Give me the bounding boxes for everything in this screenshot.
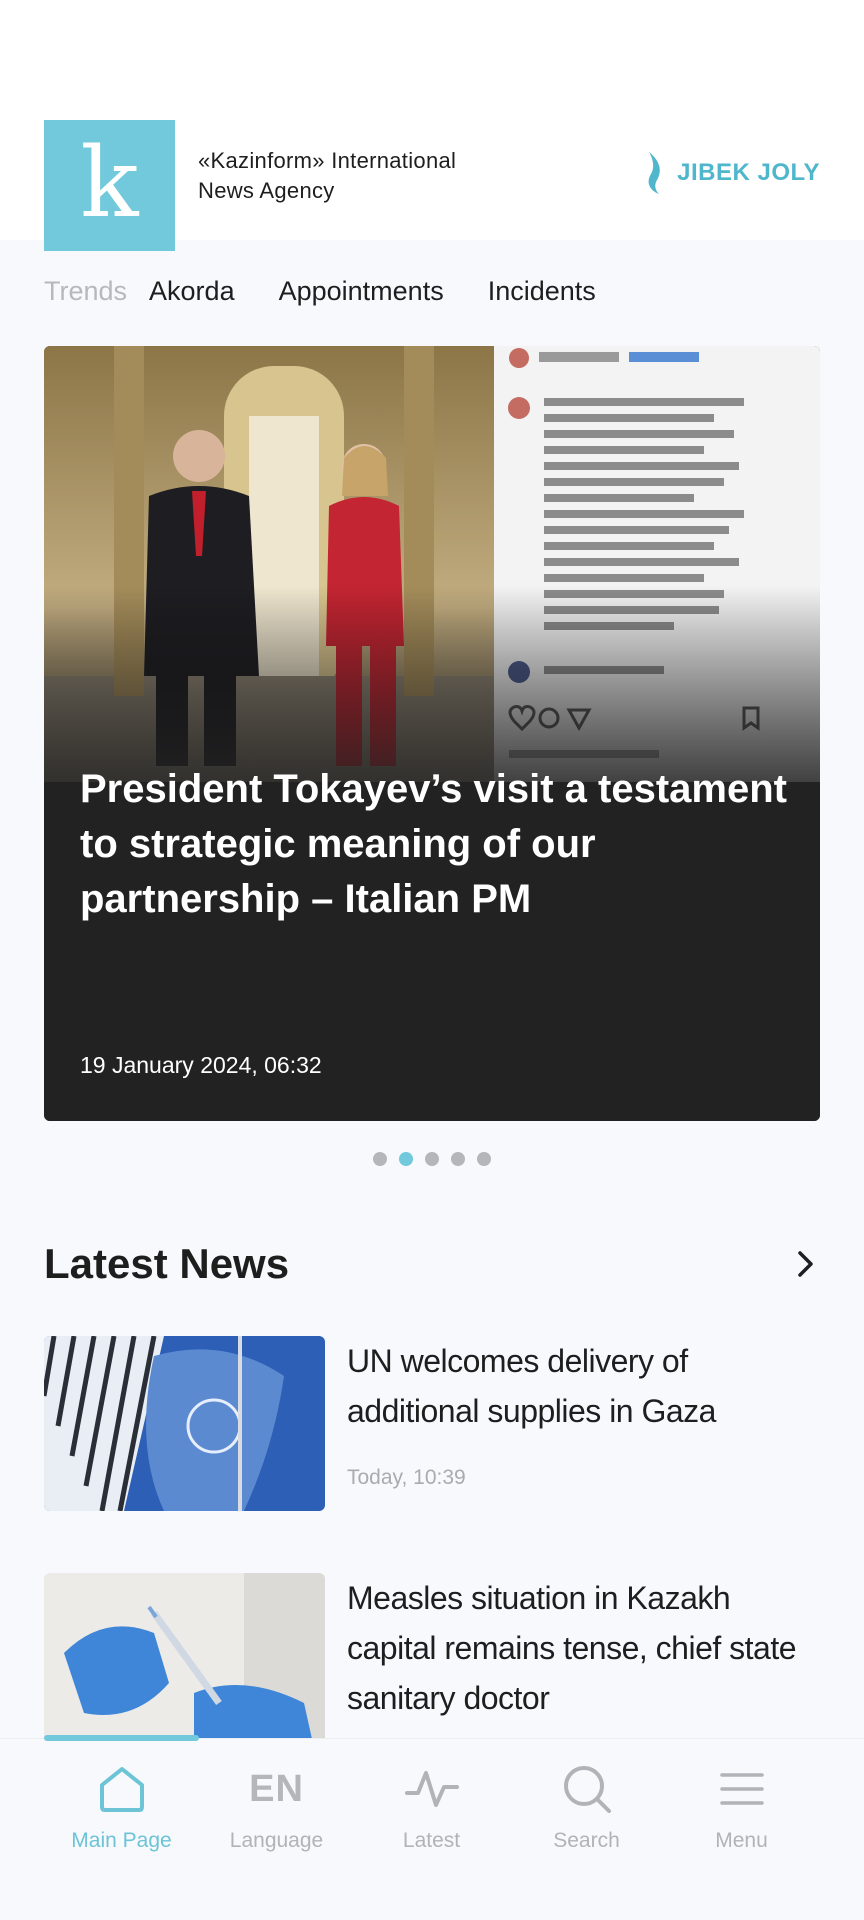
latest-news-title: Latest News — [44, 1240, 290, 1287]
news-title[interactable]: UN welcomes delivery of additional suppl… — [347, 1336, 827, 1436]
trends-label: Trends — [44, 276, 128, 306]
trend-appointments[interactable]: Appointments — [279, 276, 444, 307]
agency-name-line2: News Agency — [198, 178, 335, 203]
nav-label: Main Page — [71, 1829, 172, 1852]
active-tab-indicator — [44, 1735, 199, 1741]
chevron-right-icon[interactable] — [790, 1249, 820, 1279]
nav-language[interactable]: EN Language — [199, 1761, 354, 1853]
carousel-dot[interactable] — [477, 1152, 491, 1166]
news-thumbnail-vaccine[interactable] — [44, 1573, 325, 1743]
nav-label: Menu — [715, 1829, 768, 1852]
trend-incidents[interactable]: Incidents — [488, 276, 596, 307]
site-header: k «Kazinform» International News Agency … — [0, 0, 864, 251]
nav-label: Latest — [402, 1829, 461, 1852]
logo-letter: k — [80, 126, 139, 239]
partner-logo[interactable]: JIBEK JOLY — [643, 150, 820, 196]
language-en-icon: EN — [249, 1767, 304, 1810]
carousel-dot-active[interactable] — [399, 1152, 413, 1166]
partner-name: JIBEK JOLY — [677, 159, 820, 186]
jibek-joly-mark-icon — [648, 152, 660, 194]
pulse-icon — [404, 1771, 459, 1807]
trend-akorda[interactable]: Akorda — [149, 276, 235, 307]
un-flag-image — [44, 1336, 325, 1511]
home-icon — [99, 1767, 144, 1812]
news-item[interactable]: Measles situation in Kazakh capital rema… — [44, 1573, 820, 1743]
kazinform-logo[interactable]: k — [44, 120, 175, 251]
bottom-navigation: Main Page EN Language Latest Search Menu — [0, 1735, 864, 1920]
carousel-dot[interactable] — [451, 1152, 465, 1166]
news-title[interactable]: Measles situation in Kazakh capital rema… — [347, 1573, 827, 1723]
carousel-dots — [0, 1152, 864, 1166]
hero-image-illustration — [44, 346, 820, 782]
hero-title[interactable]: President Tokayev’s visit a testament to… — [80, 762, 790, 927]
carousel-dot[interactable] — [425, 1152, 439, 1166]
nav-latest[interactable]: Latest — [354, 1761, 509, 1853]
nav-label: Language — [229, 1829, 324, 1852]
news-time: Today, 10:39 — [347, 1466, 466, 1489]
search-icon — [563, 1766, 611, 1813]
hero-card[interactable]: President Tokayev’s visit a testament to… — [44, 346, 820, 1121]
trends-bar: Trends Akorda Appointments Incidents — [44, 276, 596, 307]
nav-main-page[interactable]: Main Page — [44, 1761, 199, 1853]
vaccine-image — [44, 1573, 325, 1743]
carousel-dot[interactable] — [373, 1152, 387, 1166]
menu-icon — [719, 1773, 764, 1805]
latest-news-header: Latest News — [44, 1240, 820, 1288]
agency-name: «Kazinform» International News Agency — [198, 146, 498, 206]
nav-search[interactable]: Search — [509, 1761, 664, 1853]
news-item[interactable]: UN welcomes delivery of additional suppl… — [44, 1336, 820, 1516]
nav-menu[interactable]: Menu — [664, 1761, 819, 1853]
hero-photo — [44, 346, 820, 782]
hero-date: 19 January 2024, 06:32 — [80, 1052, 322, 1078]
agency-name-line1: «Kazinform» International — [198, 148, 457, 173]
news-thumbnail-un-flag[interactable] — [44, 1336, 325, 1511]
nav-label: Search — [553, 1829, 620, 1852]
